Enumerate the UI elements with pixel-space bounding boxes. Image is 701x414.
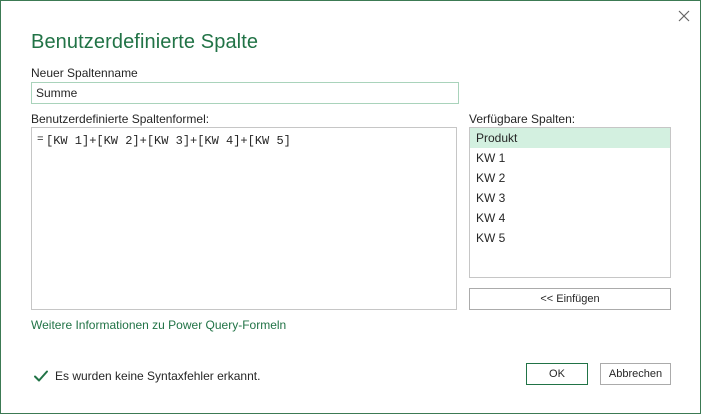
column-item-kw4[interactable]: KW 4 (470, 208, 670, 228)
formula-equals-sign: = (37, 134, 44, 146)
custom-column-dialog: Benutzerdefinierte Spalte Neuer Spaltenn… (0, 0, 701, 414)
insert-button[interactable]: << Einfügen (469, 288, 671, 310)
available-columns-list[interactable]: Produkt KW 1 KW 2 KW 3 KW 4 KW 5 (469, 127, 671, 278)
formula-label: Benutzerdefinierte Spaltenformel: (31, 112, 210, 126)
close-icon (678, 10, 690, 22)
syntax-status-text: Es wurden keine Syntaxfehler erkannt. (55, 369, 261, 383)
syntax-status: Es wurden keine Syntaxfehler erkannt. (33, 368, 260, 384)
column-item-kw5[interactable]: KW 5 (470, 228, 670, 248)
column-item-produkt[interactable]: Produkt (470, 128, 670, 148)
cancel-button[interactable]: Abbrechen (600, 363, 671, 385)
ok-button[interactable]: OK (526, 363, 588, 385)
checkmark-icon (34, 370, 48, 382)
column-item-kw1[interactable]: KW 1 (470, 148, 670, 168)
available-columns-label: Verfügbare Spalten: (469, 112, 576, 126)
column-item-kw2[interactable]: KW 2 (470, 168, 670, 188)
formula-editor[interactable]: = [KW 1]+[KW 2]+[KW 3]+[KW 4]+[KW 5] (31, 127, 457, 310)
column-name-input[interactable] (31, 82, 459, 104)
power-query-help-link[interactable]: Weitere Informationen zu Power Query-For… (31, 318, 286, 332)
close-button[interactable] (673, 5, 695, 27)
column-name-label: Neuer Spaltenname (31, 66, 138, 80)
column-item-kw3[interactable]: KW 3 (470, 188, 670, 208)
dialog-title: Benutzerdefinierte Spalte (31, 31, 259, 53)
formula-text: [KW 1]+[KW 2]+[KW 3]+[KW 4]+[KW 5] (46, 134, 291, 148)
